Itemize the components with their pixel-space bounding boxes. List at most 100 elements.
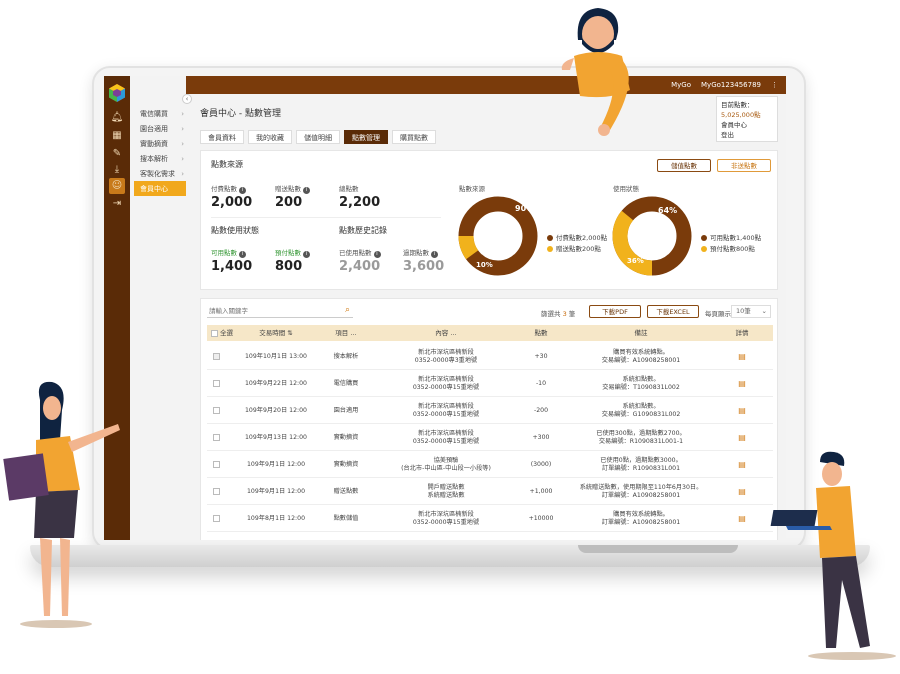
info-icon: i xyxy=(373,251,381,258)
tab-topup-details[interactable]: 儲值明細 xyxy=(296,130,340,144)
reserved-points-value: 800 xyxy=(275,259,303,274)
table-row: 109年8月1日 12:00 點數儲值 新北市深坑區楠新段 0352-0000專15重… xyxy=(207,505,773,532)
row-item: 電信購買 xyxy=(333,379,359,387)
legend-swatch xyxy=(547,246,553,252)
paid-points-value: 2,000 xyxy=(211,195,253,210)
user-name: MyGo xyxy=(671,81,692,89)
sidebar-item-member[interactable]: 會員中心 xyxy=(134,181,186,196)
sidebar-item-analysis[interactable]: 搜本解析 › xyxy=(134,151,186,166)
usage-big-pct: 64% xyxy=(658,206,677,215)
row-detail[interactable]: ▤ xyxy=(711,370,773,397)
row-note: 系統扣點數。 交易編號：T1090831L002 xyxy=(602,375,680,391)
row-detail[interactable]: ▤ xyxy=(711,397,773,424)
row-content: 新北市深坑區楠新段 0352-0000專15重地號 xyxy=(412,510,480,526)
laptop-screen: 🔔︎ ▦ ✎ ⤓ ☺ ⇥ ‹ 電信購買 › 園台適用 › 實動摘資 › 搜本解析 › 客… xyxy=(104,76,786,540)
row-detail[interactable]: ▤ xyxy=(711,451,773,478)
bell-icon[interactable]: 🔔︎ xyxy=(109,110,125,126)
transactions-card: ⌕ 篩選共 3 筆 下載PDF 下載EXCEL 每頁顯示 10筆 ⌄ 全選 交易… xyxy=(200,298,778,540)
row-checkbox[interactable] xyxy=(213,515,220,522)
row-checkbox[interactable] xyxy=(213,488,220,495)
row-content: 開戶贈送點數 系統贈送點數 xyxy=(427,483,465,499)
available-points-label: 可用點數 i xyxy=(211,247,246,258)
gift-points-button[interactable]: 非送點數 xyxy=(717,159,771,172)
row-detail[interactable]: ▤ xyxy=(711,478,773,505)
sidebar-item-custom[interactable]: 客製化需求 › xyxy=(134,166,186,181)
chevron-right-icon: › xyxy=(181,169,184,178)
reserved-points-label: 預付點數 i xyxy=(275,247,310,258)
row-points: +300 xyxy=(532,433,550,441)
gift-points-label: 贈送點數 i xyxy=(275,183,310,194)
source-donut-chart: 90% 10% xyxy=(458,196,538,276)
document-icon: ▤ xyxy=(738,459,746,469)
row-note: 系統贈送點數，使用期限至110年6月30日。 訂單編號：A10908258001 xyxy=(579,483,703,499)
table-row: 109年9月20日 12:00 園台適用 新北市深坑區楠新段 0352-0000專15… xyxy=(207,397,773,424)
source-small-pct: 10% xyxy=(476,261,493,269)
building-icon[interactable]: ▦ xyxy=(109,128,125,144)
col-time[interactable]: 交易時間 ⇅ xyxy=(241,325,311,341)
sidebar-item-dynamics[interactable]: 實動摘資 › xyxy=(134,136,186,151)
row-points: (3000) xyxy=(530,460,552,468)
tab-points-management[interactable]: 點數管理 xyxy=(344,130,388,144)
row-checkbox[interactable] xyxy=(213,380,220,387)
chevron-down-icon: ⌄ xyxy=(761,307,767,315)
search-input[interactable] xyxy=(207,305,353,318)
row-time: 109年8月1日 12:00 xyxy=(246,514,306,522)
usage-donut-chart: 64% 36% xyxy=(612,196,692,276)
download-excel-button[interactable]: 下載EXCEL xyxy=(647,305,699,318)
row-checkbox[interactable] xyxy=(213,434,220,441)
user-icon[interactable]: ☺ xyxy=(109,178,125,194)
download-pdf-button[interactable]: 下載PDF xyxy=(589,305,641,318)
row-time: 109年9月1日 12:00 xyxy=(246,460,306,468)
row-checkbox[interactable] xyxy=(213,407,220,414)
sidebar-item-parks[interactable]: 園台適用 › xyxy=(134,121,186,136)
row-item: 搜本解析 xyxy=(333,352,359,360)
table-row: 109年10月1日 13:00 搜本解析 新北市深坑區楠新段 0352-0000專3重… xyxy=(207,343,773,370)
gift-points-value: 200 xyxy=(275,195,303,210)
tab-member-info[interactable]: 會員資料 xyxy=(200,130,244,144)
sidebar-item-telecom[interactable]: 電信購買 › xyxy=(134,106,186,121)
table-row: 109年9月1日 12:00 實動摘資 協美預驗 (台北市-中山區-中山段一小段等) (… xyxy=(207,451,773,478)
col-note: 備註 xyxy=(634,329,648,337)
source-legend: 付費點數2,000點 贈送點數200點 xyxy=(547,233,607,255)
row-content: 新北市深坑區楠新段 0352-0000專15重地號 xyxy=(412,429,480,445)
account-id[interactable]: MyGo123456789 xyxy=(701,81,761,89)
illustration-stage: 🔔︎ ▦ ✎ ⤓ ☺ ⇥ ‹ 電信購買 › 園台適用 › 實動摘資 › 搜本解析 › 客… xyxy=(0,0,900,674)
search-icon[interactable]: ⌕ xyxy=(345,305,350,315)
used-points-value: 2,400 xyxy=(339,259,381,274)
topup-points-button[interactable]: 儲值點數 xyxy=(657,159,711,172)
row-detail[interactable]: ▤ xyxy=(711,424,773,451)
brand-logo-icon xyxy=(109,84,125,102)
total-points-value: 2,200 xyxy=(339,195,381,210)
info-icon: i xyxy=(239,187,246,194)
per-page-select[interactable]: 10筆 ⌄ xyxy=(731,305,771,318)
more-vertical-icon[interactable]: ⋮ xyxy=(771,81,778,89)
select-all[interactable]: 全選 xyxy=(211,325,241,341)
row-time: 109年9月13日 12:00 xyxy=(245,433,307,441)
col-item[interactable]: 項目 … xyxy=(311,325,381,341)
info-icon: i xyxy=(431,251,438,258)
usage-legend: 可用點數1,400點 預付點數800點 xyxy=(701,233,761,255)
document-icon: ▤ xyxy=(738,378,746,388)
download-icon[interactable]: ⤓ xyxy=(109,162,125,178)
chart-icon[interactable]: ✎ xyxy=(109,146,125,162)
row-checkbox[interactable] xyxy=(213,353,220,360)
source-big-pct: 90% xyxy=(515,204,534,213)
tab-buy-points[interactable]: 購買點數 xyxy=(392,130,436,144)
tab-favorites[interactable]: 我的收藏 xyxy=(248,130,292,144)
row-detail[interactable]: ▤ xyxy=(711,505,773,532)
row-time: 109年10月1日 13:00 xyxy=(245,352,307,360)
filter-count: 篩選共 3 筆 xyxy=(541,310,576,318)
logout-icon[interactable]: ⇥ xyxy=(109,196,125,212)
col-content[interactable]: 內容 … xyxy=(381,325,511,341)
total-points-label: 總點數 xyxy=(339,185,359,193)
woman-illustration xyxy=(3,381,120,628)
document-icon: ▤ xyxy=(738,486,746,496)
per-page-label: 每頁顯示 xyxy=(705,310,731,318)
points-summary-card: 點數來源 儲值點數 非送點數 付費點數 i 2,000 贈送點數 i 200 總點數… xyxy=(200,150,778,290)
laptop-notch xyxy=(578,545,738,553)
row-detail[interactable]: ▤ xyxy=(711,343,773,370)
sidebar-collapse-button[interactable]: ‹ xyxy=(182,94,192,104)
row-content: 新北市深坑區楠新段 0352-0000專15重地號 xyxy=(412,375,480,391)
row-checkbox[interactable] xyxy=(213,461,220,468)
row-time: 109年9月1日 12:00 xyxy=(246,487,306,495)
